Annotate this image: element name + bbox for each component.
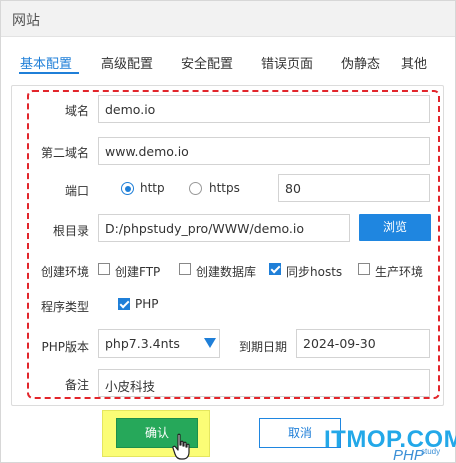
create-ftp-label: 创建FTP	[115, 265, 161, 279]
tab-error-pages[interactable]: 错误页面	[261, 53, 313, 72]
http-radio[interactable]	[121, 182, 134, 195]
production-env-label: 生产环境	[375, 265, 424, 279]
sync-hosts-checkbox[interactable]	[269, 263, 281, 275]
tab-security-config[interactable]: 安全配置	[181, 53, 233, 72]
browse-button[interactable]: 浏览	[359, 214, 431, 241]
php-checkbox[interactable]	[118, 298, 130, 310]
php-checkbox-label: PHP	[135, 297, 159, 311]
https-radio[interactable]	[189, 182, 202, 195]
php-version-label: PHP版本	[41, 340, 90, 354]
second-domain-input[interactable]: www.demo.io	[98, 137, 430, 165]
tab-other[interactable]: 其他	[401, 53, 427, 72]
port-label: 端口	[64, 184, 89, 198]
domain-label: 域名	[64, 104, 89, 118]
production-env-checkbox[interactable]	[358, 263, 370, 275]
second-domain-label: 第二域名	[40, 146, 89, 160]
create-ftp-checkbox[interactable]	[98, 263, 110, 275]
active-tab-indicator	[19, 72, 79, 74]
root-dir-label: 根目录	[52, 224, 89, 238]
title-bar: 网站	[1, 1, 455, 37]
site-dialog: 网站 基本配置 高级配置 安全配置 错误页面 伪静态 其他 域名 demo.io…	[0, 0, 456, 463]
create-db-label: 创建数据库	[196, 265, 257, 279]
https-radio-label: https	[209, 181, 240, 195]
http-radio-label: http	[140, 181, 165, 195]
domain-input[interactable]: demo.io	[98, 95, 430, 123]
tab-basic-config[interactable]: 基本配置	[20, 53, 72, 72]
watermark-php: PHP	[393, 447, 424, 463]
dialog-title: 网站	[12, 13, 40, 29]
program-type-label: 程序类型	[40, 300, 89, 314]
expire-date-label: 到期日期	[239, 340, 288, 354]
port-input[interactable]: 80	[278, 174, 430, 202]
watermark-study: study	[421, 447, 441, 456]
tab-advanced-config[interactable]: 高级配置	[101, 53, 153, 72]
expire-date-input[interactable]: 2024-09-30	[296, 329, 430, 358]
hand-cursor-icon	[172, 433, 190, 460]
create-env-label: 创建环境	[40, 265, 89, 279]
chevron-down-icon[interactable]	[204, 338, 216, 348]
root-dir-input[interactable]: D:/phpstudy_pro/WWW/demo.io	[98, 214, 350, 242]
sync-hosts-label: 同步hosts	[286, 265, 343, 279]
php-version-select[interactable]: php7.3.4nts	[98, 329, 220, 358]
create-db-checkbox[interactable]	[179, 263, 191, 275]
note-label: 备注	[64, 378, 89, 392]
note-input[interactable]: 小皮科技	[98, 369, 430, 397]
tab-rewrite[interactable]: 伪静态	[341, 53, 380, 72]
